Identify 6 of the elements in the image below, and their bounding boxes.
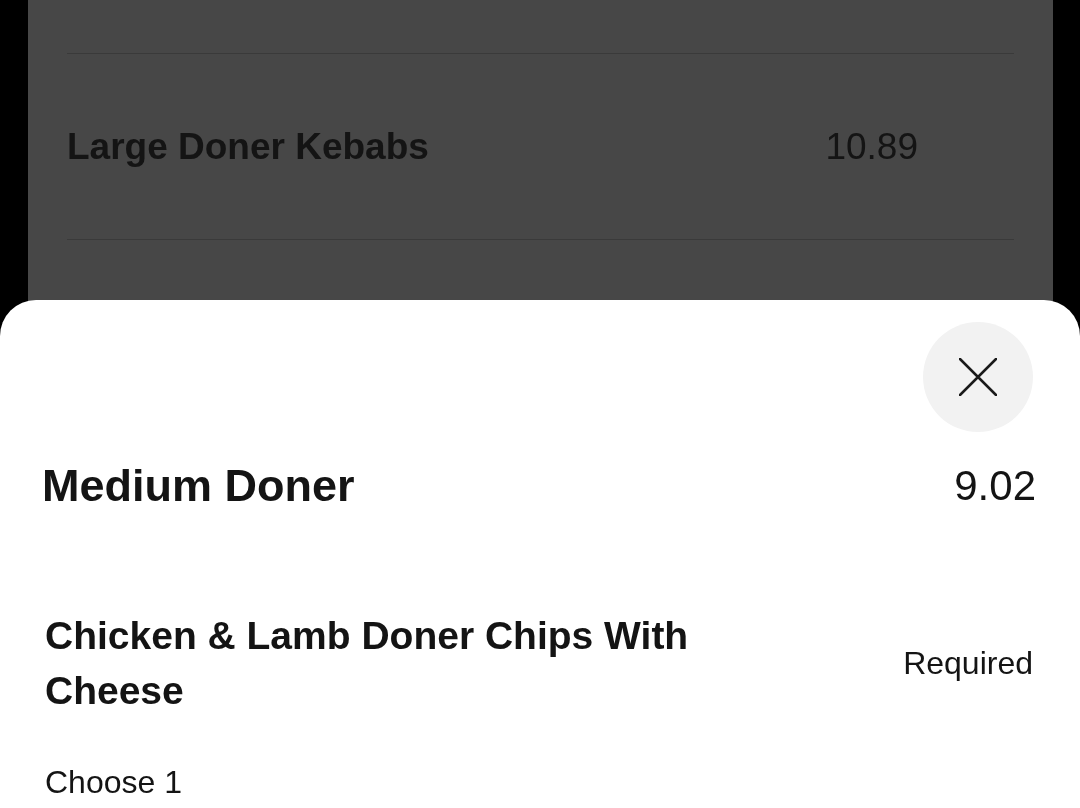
required-label: Required <box>903 643 1033 683</box>
close-icon <box>959 358 997 396</box>
item-price: 9.02 <box>954 461 1036 512</box>
choose-hint: Choose 1 <box>45 762 182 802</box>
item-title: Medium Doner <box>42 459 355 513</box>
option-group-title: Chicken & Lamb Doner Chips With Cheese <box>45 612 690 714</box>
